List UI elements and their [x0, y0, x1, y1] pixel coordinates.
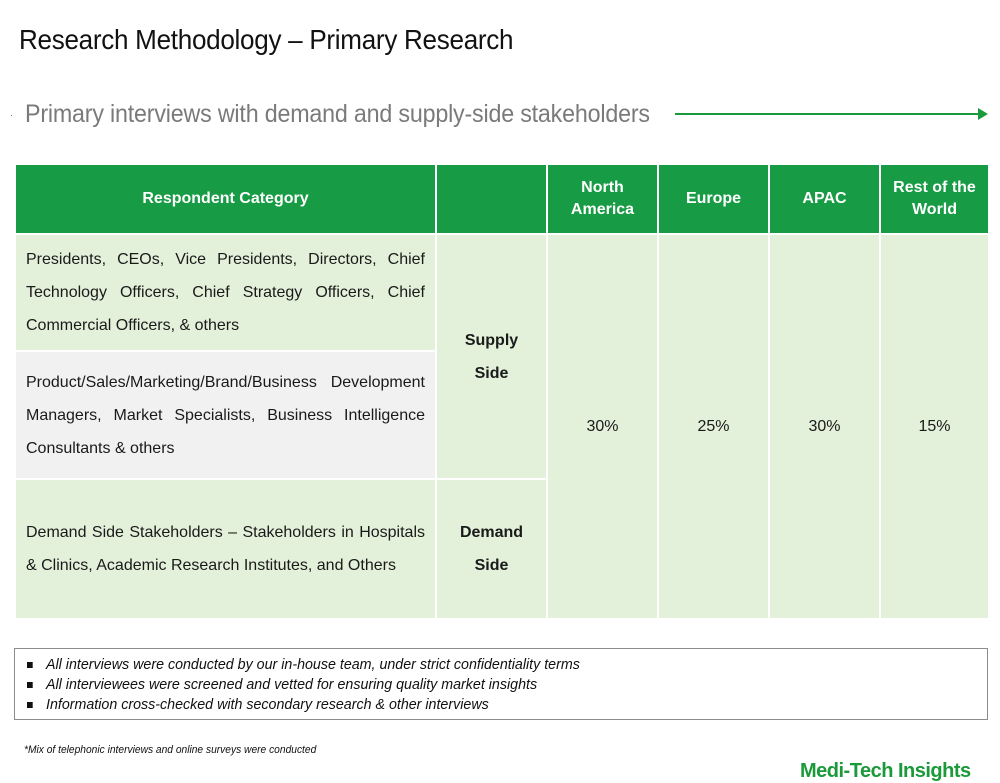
respondent-description: Demand Side Stakeholders – Stakeholders …	[14, 478, 437, 620]
share-rest-of-world: 15%	[879, 233, 990, 620]
header-side	[435, 163, 548, 235]
supply-side-text: Supply Side	[464, 331, 519, 382]
bullet-dot-icon: ·	[10, 110, 13, 120]
note-item: Information cross-checked with secondary…	[27, 695, 928, 715]
square-bullet-icon	[27, 662, 33, 668]
brand-logo: Medi-Tech Insights	[800, 760, 971, 782]
subtitle-row: · Primary interviews with demand and sup…	[10, 96, 990, 132]
share-europe: 25%	[657, 233, 770, 620]
header-north-america: North America	[546, 163, 659, 235]
header-europe: Europe	[657, 163, 770, 235]
demand-side-label: Demand Side	[435, 478, 548, 620]
header-apac: APAC	[768, 163, 881, 235]
supply-side-label: Supply Side	[435, 233, 548, 480]
respondent-description: Product/Sales/Marketing/Brand/Business D…	[14, 350, 437, 480]
share-apac: 30%	[768, 233, 881, 620]
page-title: Research Methodology – Primary Research	[19, 24, 514, 55]
footnote: *Mix of telephonic interviews and online…	[24, 744, 317, 756]
square-bullet-icon	[27, 702, 33, 708]
respondent-description: Presidents, CEOs, Vice Presidents, Direc…	[14, 233, 437, 352]
demand-side-text: Demand Side	[459, 524, 524, 574]
note-item: All interviewees were screened and vette…	[27, 675, 928, 695]
arrow-head-icon	[978, 108, 988, 120]
page-subtitle: Primary interviews with demand and suppl…	[25, 100, 650, 128]
respondent-table: Respondent Category North America Europe…	[14, 163, 990, 620]
table-header-row: Respondent Category North America Europe…	[14, 163, 990, 235]
share-north-america: 30%	[546, 233, 659, 620]
header-rest-of-world: Rest of the World	[879, 163, 990, 235]
note-item: All interviews were conducted by our in-…	[27, 655, 928, 675]
square-bullet-icon	[27, 682, 33, 688]
table-row: Presidents, CEOs, Vice Presidents, Direc…	[14, 233, 990, 620]
header-respondent-category: Respondent Category	[14, 163, 437, 235]
notes-box: All interviews were conducted by our in-…	[14, 648, 988, 720]
arrow-right-icon	[675, 113, 980, 115]
